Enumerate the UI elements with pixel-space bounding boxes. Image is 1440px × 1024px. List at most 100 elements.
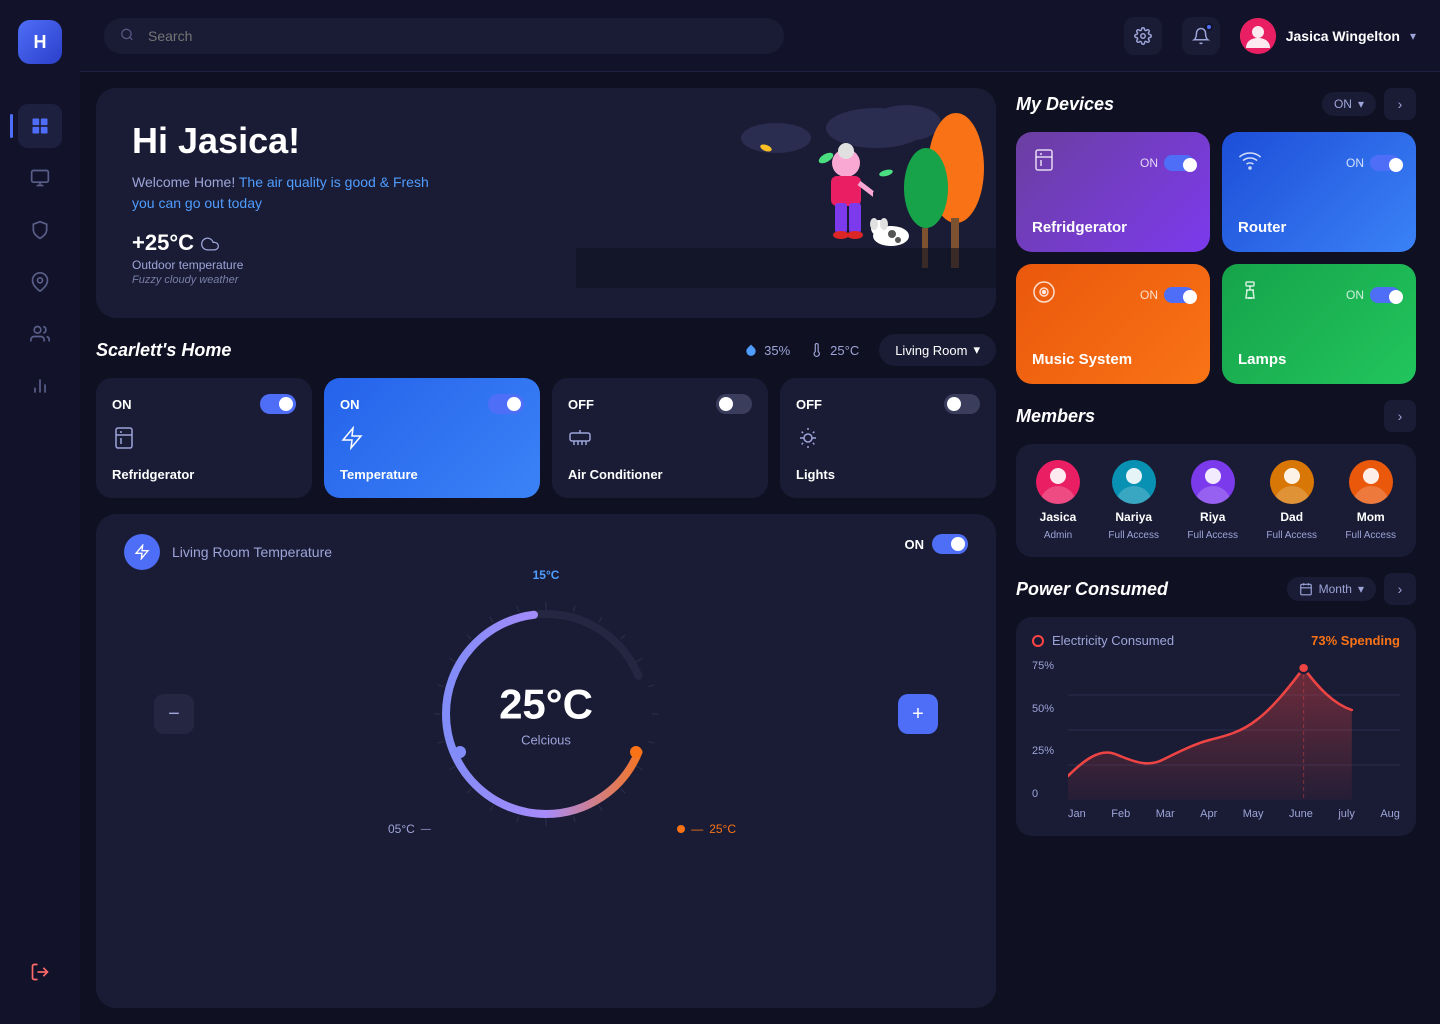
sidebar-item-location[interactable] xyxy=(18,260,62,304)
content-area: Hi Jasica! Welcome Home! The air quality… xyxy=(80,72,1440,1024)
my-devices-header: My Devices ON ▾ › xyxy=(1016,88,1416,120)
member-name: Mom xyxy=(1357,510,1385,524)
device-card-refrigerator[interactable]: ON Refridgerator xyxy=(96,378,312,498)
sidebar-item-stats[interactable] xyxy=(18,364,62,408)
toggle-lights[interactable] xyxy=(944,394,980,414)
sidebar: H xyxy=(0,0,80,1024)
topbar-right: Jasica Wingelton ▾ xyxy=(1124,17,1416,55)
device-grid: ON Refridgerator ON xyxy=(1016,132,1416,384)
device-card-lights[interactable]: OFF Lights xyxy=(780,378,996,498)
gauge-max-label: — 25°C xyxy=(677,822,736,836)
increase-temp-button[interactable]: + xyxy=(898,694,938,734)
device-name-router: Router xyxy=(1238,219,1400,236)
hero-highlight: The air quality is good & Fresh you can … xyxy=(132,174,429,211)
device-card-music[interactable]: ON Music System xyxy=(1016,264,1210,384)
sidebar-item-devices[interactable] xyxy=(18,156,62,200)
temp-widget-title: Living Room Temperature xyxy=(172,544,332,560)
avatar xyxy=(1240,18,1276,54)
on-badge: ON ▾ xyxy=(1322,92,1376,116)
toggle-refrigerator[interactable] xyxy=(260,394,296,414)
device-name: Temperature xyxy=(340,467,524,482)
toggle[interactable] xyxy=(1164,155,1194,171)
member-avatar-mom xyxy=(1349,460,1393,504)
toggle[interactable] xyxy=(1164,287,1194,303)
chart-y-labels: 75% 50% 25% 0 xyxy=(1032,660,1054,800)
router-icon xyxy=(1238,148,1262,178)
topbar: Jasica Wingelton ▾ xyxy=(80,0,1440,72)
month-selector[interactable]: Month ▾ xyxy=(1287,577,1376,601)
logout-button[interactable] xyxy=(18,950,62,994)
left-panel: Hi Jasica! Welcome Home! The air quality… xyxy=(96,88,996,1008)
device-name: Refridgerator xyxy=(112,467,296,482)
device-name: Lights xyxy=(796,467,980,482)
power-title: Power Consumed xyxy=(1016,579,1168,600)
members-header: Members › xyxy=(1016,400,1416,432)
device-status: OFF xyxy=(796,397,822,412)
device-card-ac[interactable]: OFF Air Conditioner xyxy=(552,378,768,498)
hero-greeting: Hi Jasica! xyxy=(132,120,960,162)
device-card-lamps[interactable]: ON Lamps xyxy=(1222,264,1416,384)
home-title: Scarlett's Home xyxy=(96,340,231,361)
member-name: Jasica xyxy=(1040,510,1077,524)
device-cards: ON Refridgerator ON xyxy=(96,378,996,498)
member-avatar-nariya xyxy=(1112,460,1156,504)
toggle-temp-widget[interactable] xyxy=(932,534,968,554)
hero-temp-label: Outdoor temperature xyxy=(132,258,960,272)
chevron-down-icon: ▾ xyxy=(1358,97,1364,111)
settings-button[interactable] xyxy=(1124,17,1162,55)
chevron-down-icon: ▾ xyxy=(1410,29,1416,43)
my-devices-next[interactable]: › xyxy=(1384,88,1416,120)
device-name-refrigerator: Refridgerator xyxy=(1032,219,1194,236)
refrigerator-icon xyxy=(112,426,296,456)
decrease-temp-button[interactable]: − xyxy=(154,694,194,734)
device-card-temperature[interactable]: ON Temperature xyxy=(324,378,540,498)
room-selector[interactable]: Living Room ▾ xyxy=(879,334,996,366)
temp-widget-header: Living Room Temperature xyxy=(124,534,332,570)
member-mom: Mom Full Access xyxy=(1345,460,1396,541)
device-card-refrigerator-right[interactable]: ON Refridgerator xyxy=(1016,132,1210,252)
member-dad: Dad Full Access xyxy=(1266,460,1317,541)
temp-widget-toggle: ON xyxy=(905,534,969,554)
member-nariya: Nariya Full Access xyxy=(1108,460,1159,541)
device-name-music: Music System xyxy=(1032,351,1194,368)
power-next[interactable]: › xyxy=(1384,573,1416,605)
toggle-router[interactable]: ON xyxy=(1346,155,1400,171)
hero-temperature: +25°C xyxy=(132,230,960,256)
search-icon xyxy=(120,27,134,44)
search-input[interactable] xyxy=(104,18,784,54)
gauge-top-label: 15°C xyxy=(533,568,560,582)
toggle[interactable] xyxy=(1370,155,1400,171)
device-card-router[interactable]: ON Router xyxy=(1222,132,1416,252)
member-role: Full Access xyxy=(1108,530,1159,541)
members-next[interactable]: › xyxy=(1384,400,1416,432)
device-status: OFF xyxy=(568,397,594,412)
toggle-refrigerator-right[interactable]: ON xyxy=(1140,155,1194,171)
toggle[interactable] xyxy=(1370,287,1400,303)
chart-container: 75% 50% 25% 0 xyxy=(1032,660,1400,820)
hero-welcome: Welcome Home! The air quality is good & … xyxy=(132,172,452,214)
toggle-ac[interactable] xyxy=(716,394,752,414)
member-jasica: Jasica Admin xyxy=(1036,460,1080,541)
member-role: Full Access xyxy=(1345,530,1396,541)
user-profile[interactable]: Jasica Wingelton ▾ xyxy=(1240,18,1416,54)
toggle-temperature[interactable] xyxy=(488,394,524,414)
home-stats: 35% 25°C Living Room ▾ xyxy=(744,334,996,366)
temp-widget-icon xyxy=(124,534,160,570)
toggle-lamps[interactable]: ON xyxy=(1346,287,1400,303)
search-wrap xyxy=(104,18,784,54)
music-icon xyxy=(1032,280,1056,310)
toggle-music[interactable]: ON xyxy=(1140,287,1194,303)
chart-x-labels: Jan Feb Mar Apr May June july Aug xyxy=(1068,808,1400,820)
ac-icon xyxy=(568,426,752,456)
sidebar-item-members[interactable] xyxy=(18,312,62,356)
legend-dot xyxy=(1032,635,1044,647)
temperature-icon xyxy=(340,426,524,456)
notifications-button[interactable] xyxy=(1182,17,1220,55)
main-content: Jasica Wingelton ▾ Hi Jasica! Welcome Ho… xyxy=(80,0,1440,1024)
sidebar-nav xyxy=(18,104,62,930)
sidebar-item-security[interactable] xyxy=(18,208,62,252)
refrigerator-icon xyxy=(1032,148,1056,178)
chart-area: Electricity Consumed 73% Spending 75% 50… xyxy=(1016,617,1416,836)
spending-label: 73% Spending xyxy=(1311,633,1400,648)
sidebar-item-dashboard[interactable] xyxy=(18,104,62,148)
